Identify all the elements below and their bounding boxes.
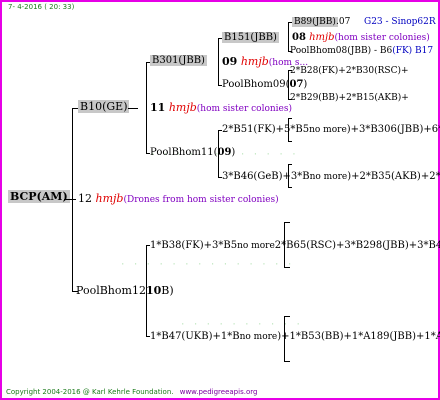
gen1-sire-sub2: 1*B47(UKB)+1*Bno more)+1*B53(BB)+1*A189(… [150, 331, 440, 342]
gen2-dam[interactable]: B301(JBB) [150, 55, 207, 66]
root-queen[interactable]: BCP(AM) [8, 190, 70, 203]
site-link[interactable]: www.pedigreeapis.org [180, 388, 258, 396]
gen2-sire-sub2: 3*B46(GeB)+3*Bno more)+2*B35(AKB)+2*B3 [222, 171, 440, 182]
copyright-text: Copyright 2004-2016 @ Karl Kehrle Founda… [6, 388, 174, 396]
gen4-dam-year: .07 [336, 17, 351, 27]
gen3-dam-mating: 08 hmjb(hom sister colonies) [292, 32, 430, 43]
gen1-dam-mating: 11 hmjb(hom sister colonies) [150, 101, 293, 114]
gen3-sire[interactable]: PoolBhom09(07) [222, 79, 307, 90]
mating-number: 12 [78, 192, 92, 205]
gen1-dam[interactable]: B10(GE) [78, 100, 130, 113]
mating-ref: hmjb [95, 192, 124, 205]
gen4-dam-extra: G23 - Sinop62R [364, 17, 436, 27]
gen1-sire-sub: 1*B38(FK)+3*B5no more2*B65(RSC)+3*B298(J… [150, 240, 440, 251]
gen4-dam[interactable]: B89(JBB) [292, 17, 338, 27]
root-mating: 12 hmjb(Drones from hom sister colonies) [78, 192, 279, 205]
footer: Copyright 2004-2016 @ Karl Kehrle Founda… [6, 388, 257, 396]
gen2-sire[interactable]: PoolBhom11(09) [150, 147, 235, 158]
gen3-dam[interactable]: B151(JBB) [222, 32, 279, 43]
gen1-sire[interactable]: PoolBhom1210B) [76, 284, 174, 297]
gen3-sire-sub2: 2*B29(BB)+2*B15(AKB)+ [290, 93, 409, 103]
print-date: 7- 4-2016 ( 20: 33) [8, 3, 75, 11]
mating-desc: (Drones from hom sister colonies) [123, 195, 279, 205]
gen4-sire[interactable]: PoolBhom08(JBB) - B6(FK) B17 [290, 46, 433, 56]
gen3-sire-sub: 2*B28(FK)+2*B30(RSC)+ [290, 66, 409, 76]
gen2-sire-sub: 2*B51(FK)+5*B5no more)+3*B306(JBB)+6*B [222, 124, 440, 135]
